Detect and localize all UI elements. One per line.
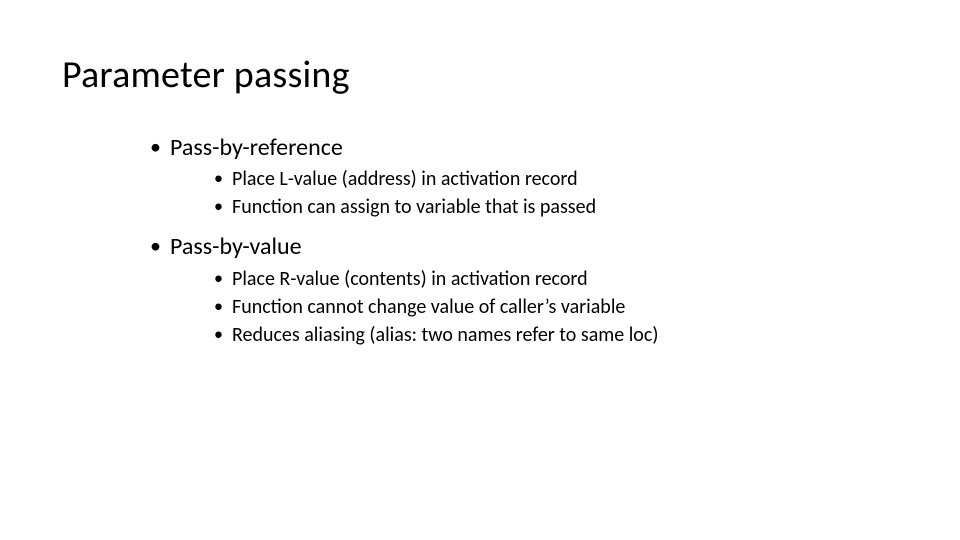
bullet-item: Pass-by-value Place R-value (contents) i… xyxy=(150,231,870,348)
sub-bullet-item: Function can assign to variable that is … xyxy=(214,194,870,221)
bullet-item: Pass-by-reference Place L-value (address… xyxy=(150,132,870,221)
sub-bullet-list: Place L-value (address) in activation re… xyxy=(170,166,870,221)
sub-bullet-item: Function cannot change value of caller’s… xyxy=(214,294,870,321)
bullet-text: Pass-by-value xyxy=(170,232,302,261)
slide-body: Pass-by-reference Place L-value (address… xyxy=(150,130,870,359)
slide-title: Parameter passing xyxy=(62,52,350,98)
bullet-text: Pass-by-reference xyxy=(170,133,343,162)
slide: Parameter passing Pass-by-reference Plac… xyxy=(0,0,960,540)
sub-bullet-list: Place R-value (contents) in activation r… xyxy=(170,266,870,349)
sub-bullet-item: Reduces aliasing (alias: two names refer… xyxy=(214,322,870,349)
sub-bullet-item: Place L-value (address) in activation re… xyxy=(214,166,870,193)
sub-bullet-item: Place R-value (contents) in activation r… xyxy=(214,266,870,293)
bullet-list: Pass-by-reference Place L-value (address… xyxy=(150,132,870,349)
